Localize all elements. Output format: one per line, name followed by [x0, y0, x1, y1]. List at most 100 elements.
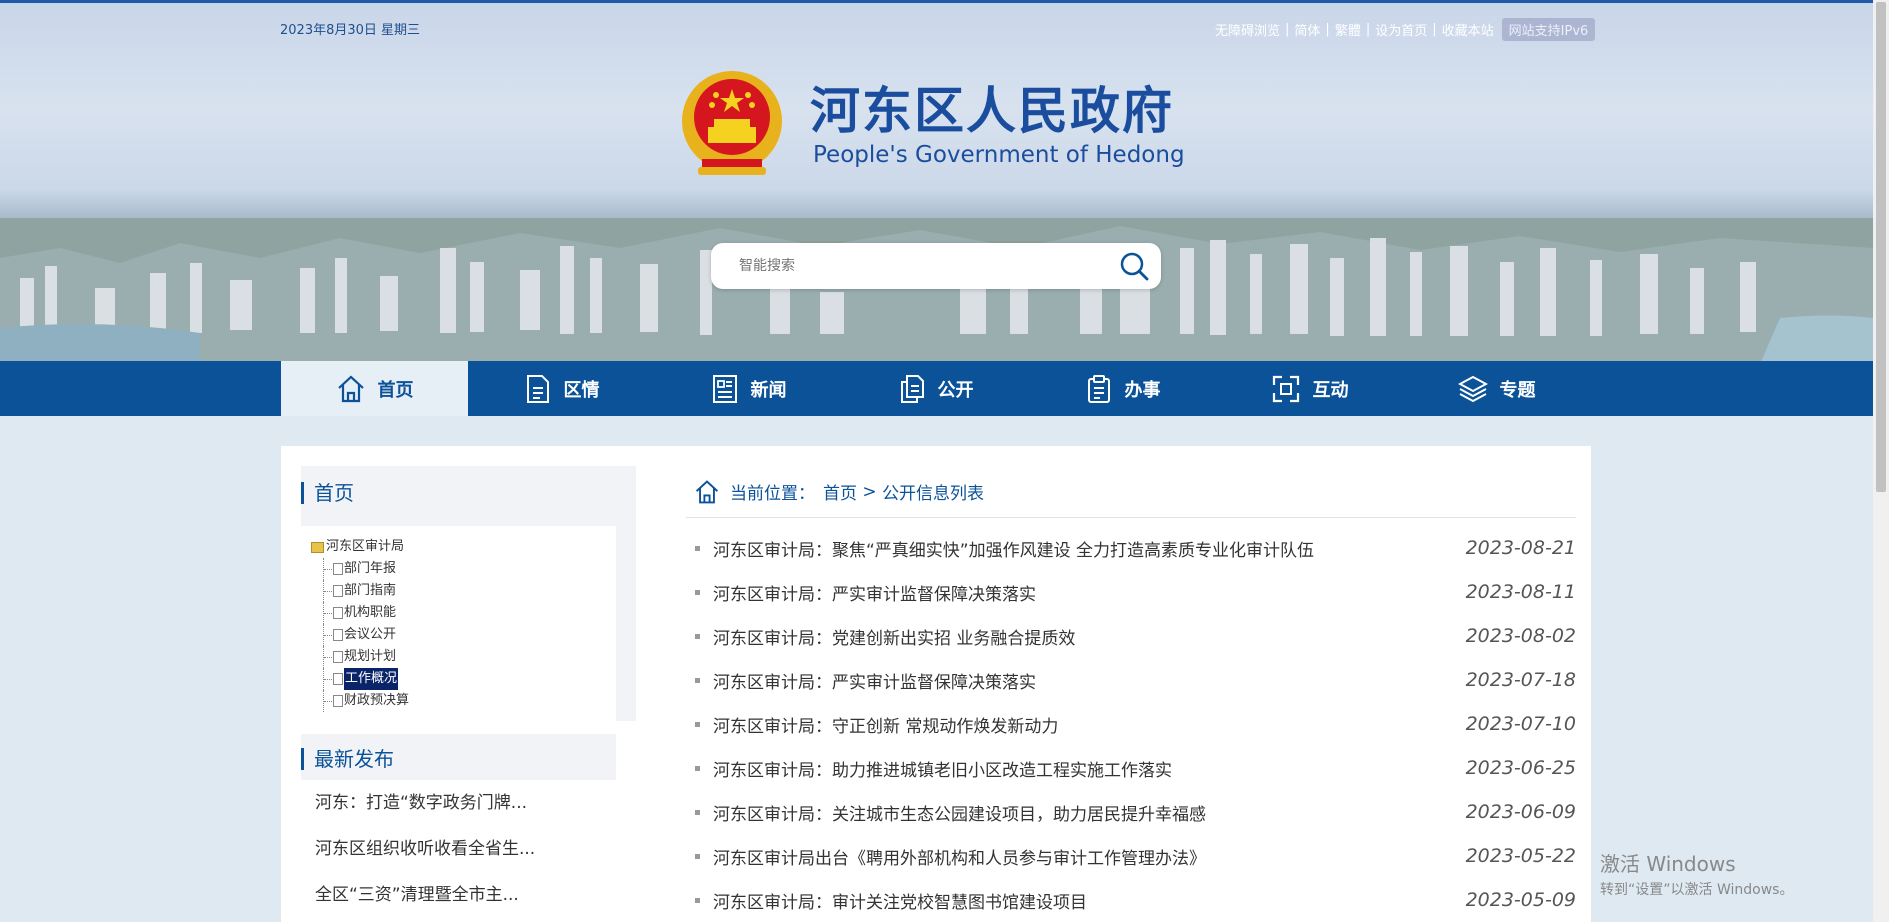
document-icon: [333, 673, 343, 685]
article-title[interactable]: 河东区审计局：审计关注党校智慧图书馆建设项目: [713, 888, 1087, 913]
table-row[interactable]: 河东区审计局：严实审计监督保障决策落实 2023-08-11: [686, 570, 1576, 614]
breadcrumb-separator: >: [857, 481, 883, 502]
national-emblem-icon: [682, 71, 782, 175]
nav-label: 专题: [1499, 379, 1536, 401]
article-title[interactable]: 河东区审计局出台《聘用外部机构和人员参与审计工作管理办法》: [713, 844, 1206, 869]
article-title[interactable]: 河东区审计局：严实审计监督保障决策落实: [713, 668, 1036, 693]
sidebar-title: 首页: [301, 482, 616, 504]
sidebar-tree-panel: 首页 河东区审计局 部门年报 部门指南 机构职能 会议公开 规划计划 工作概况 …: [301, 466, 636, 721]
search-icon[interactable]: [1119, 251, 1149, 281]
article-date: 2023-07-10: [1465, 713, 1576, 735]
home-icon: [695, 479, 719, 503]
article-date: 2023-08-11: [1465, 581, 1576, 603]
list-item[interactable]: 河东区组织收听收看全省生...: [315, 826, 602, 872]
content-panel: 首页 河东区审计局 部门年报 部门指南 机构职能 会议公开 规划计划 工作概况 …: [281, 446, 1591, 922]
nav-services[interactable]: 办事: [1029, 361, 1216, 416]
article-title[interactable]: 河东区审计局：守正创新 常规动作焕发新动力: [713, 712, 1058, 737]
nav-region-info[interactable]: 区情: [468, 361, 655, 416]
breadcrumb: 当前位置： 首页 > 公开信息列表: [686, 466, 1576, 518]
nav-label: 新闻: [750, 379, 787, 401]
nav-interaction[interactable]: 互动: [1216, 361, 1403, 416]
scrollbar-thumb[interactable]: [1876, 2, 1886, 492]
nav-label: 公开: [937, 379, 974, 401]
article-list: 河东区审计局：聚焦“严真细实快”加强作风建设 全力打造高素质专业化审计队伍 202…: [686, 518, 1576, 922]
article-title[interactable]: 河东区审计局：助力推进城镇老旧小区改造工程实施工作落实: [713, 756, 1172, 781]
table-row[interactable]: 河东区审计局：守正创新 常规动作焕发新动力 2023-07-10: [686, 702, 1576, 746]
main-list-area: 当前位置： 首页 > 公开信息列表 河东区审计局：聚焦“严真细实快”加强作风建设…: [686, 466, 1576, 922]
main-nav: 首页 区情 新闻 公开 办事 互动 专题: [0, 361, 1873, 416]
tree-item-selected[interactable]: 工作概况: [311, 668, 616, 690]
current-date: 2023年8月30日 星期三: [280, 23, 421, 38]
list-item[interactable]: 全区“三资”清理暨全市主...: [315, 872, 602, 918]
article-date: 2023-05-09: [1465, 889, 1576, 911]
watermark-line1: 激活 Windows: [1600, 852, 1736, 876]
list-item[interactable]: 河东：打造“数字政务门牌...: [315, 780, 602, 826]
article-date: 2023-08-21: [1465, 537, 1576, 559]
ipv6-badge: 网站支持IPv6: [1501, 18, 1596, 41]
table-row[interactable]: 河东区审计局：党建创新出实招 业务融合提质效 2023-08-02: [686, 614, 1576, 658]
article-title[interactable]: 河东区审计局：聚焦“严真细实快”加强作风建设 全力打造高素质专业化审计队伍: [713, 536, 1314, 561]
article-title[interactable]: 河东区审计局：党建创新出实招 业务融合提质效: [713, 624, 1075, 649]
tree-item[interactable]: 部门年报: [311, 558, 616, 580]
nav-home[interactable]: 首页: [281, 361, 468, 416]
nav-news[interactable]: 新闻: [655, 361, 842, 416]
nav-public[interactable]: 公开: [842, 361, 1029, 416]
nav-label: 互动: [1312, 379, 1349, 401]
latest-title: 最新发布: [301, 748, 616, 770]
tree-root[interactable]: 河东区审计局: [311, 536, 616, 558]
nav-topics[interactable]: 专题: [1403, 361, 1590, 416]
table-row[interactable]: 河东区审计局：关注城市生态公园建设项目，助力居民提升幸福感 2023-06-09: [686, 790, 1576, 834]
article-date: 2023-06-25: [1465, 757, 1576, 779]
document-icon: [333, 585, 343, 597]
latest-list: 河东：打造“数字政务门牌... 河东区组织收听收看全省生... 全区“三资”清理…: [301, 780, 616, 922]
document-icon: [333, 695, 343, 707]
article-date: 2023-07-18: [1465, 669, 1576, 691]
article-title[interactable]: 河东区审计局：关注城市生态公园建设项目，助力居民提升幸福感: [713, 800, 1206, 825]
breadcrumb-current-link[interactable]: 公开信息列表: [882, 479, 984, 504]
clipboard-icon: [1087, 374, 1110, 403]
breadcrumb-home-link[interactable]: 首页: [823, 479, 857, 504]
table-row[interactable]: 河东区审计局出台《聘用外部机构和人员参与审计工作管理办法》 2023-05-22: [686, 834, 1576, 878]
tree-item[interactable]: 财政预决算: [311, 690, 616, 712]
search-box: [711, 243, 1161, 289]
table-row[interactable]: 河东区审计局：助力推进城镇老旧小区改造工程实施工作落实 2023-06-25: [686, 746, 1576, 790]
interact-icon: [1272, 375, 1299, 402]
table-row[interactable]: 河东区审计局：严实审计监督保障决策落实 2023-07-18: [686, 658, 1576, 702]
tree-item[interactable]: 会议公开: [311, 624, 616, 646]
traditional-chinese-link[interactable]: 繁體: [1335, 20, 1361, 39]
tree-item[interactable]: 机构职能: [311, 602, 616, 624]
site-subtitle: People's Government of Hedong: [813, 142, 1185, 168]
home-icon: [337, 375, 364, 402]
accessibility-link[interactable]: 无障碍浏览: [1215, 20, 1280, 39]
simplified-chinese-link[interactable]: 简体: [1294, 20, 1320, 39]
tree-item[interactable]: 规划计划: [311, 646, 616, 668]
city-skyline-image: [0, 218, 1873, 361]
set-homepage-link[interactable]: 设为首页: [1375, 20, 1427, 39]
article-date: 2023-05-22: [1465, 845, 1576, 867]
bookmark-link[interactable]: 收藏本站: [1442, 20, 1494, 39]
article-title[interactable]: 河东区审计局：严实审计监督保障决策落实: [713, 580, 1036, 605]
windows-activation-watermark: 激活 Windows 转到“设置”以激活 Windows。: [1600, 848, 1793, 899]
search-input[interactable]: [739, 255, 1099, 277]
document-icon: [333, 629, 343, 641]
document-icon: [526, 374, 549, 403]
latest-panel: 最新发布 河东：打造“数字政务门牌... 河东区组织收听收看全省生... 全区“…: [301, 734, 616, 922]
nav-label: 区情: [563, 379, 600, 401]
top-links: 无障碍浏览 | 简体 | 繁體 | 设为首页 | 收藏本站 网站支持IPv6: [1215, 18, 1596, 41]
article-date: 2023-08-02: [1465, 625, 1576, 647]
breadcrumb-label: 当前位置：: [730, 484, 815, 504]
watermark-line2: 转到“设置”以激活 Windows。: [1600, 882, 1794, 898]
table-row[interactable]: 河东区审计局：聚焦“严真细实快”加强作风建设 全力打造高素质专业化审计队伍 202…: [686, 526, 1576, 570]
news-icon: [712, 374, 737, 403]
page-scrollbar[interactable]: [1873, 0, 1889, 922]
document-icon: [333, 607, 343, 619]
layers-icon: [1457, 375, 1488, 402]
tree-item[interactable]: 部门指南: [311, 580, 616, 602]
document-icon: [333, 563, 343, 575]
header-banner: 2023年8月30日 星期三 无障碍浏览 | 简体 | 繁體 | 设为首页 | …: [0, 0, 1873, 361]
table-row[interactable]: 河东区审计局：审计关注党校智慧图书馆建设项目 2023-05-09: [686, 878, 1576, 922]
document-icon: [333, 651, 343, 663]
nav-label: 办事: [1124, 379, 1161, 401]
site-title: 河东区人民政府: [810, 82, 1174, 140]
article-date: 2023-06-09: [1465, 801, 1576, 823]
